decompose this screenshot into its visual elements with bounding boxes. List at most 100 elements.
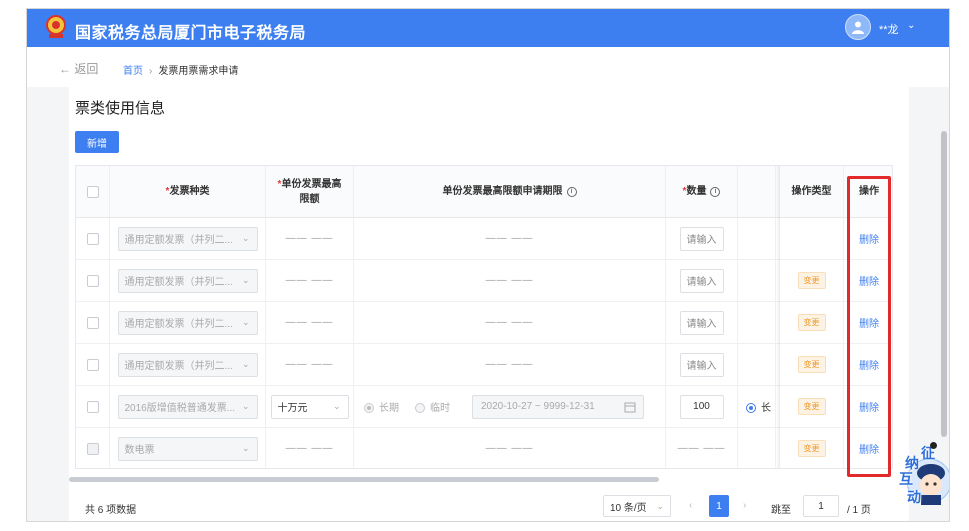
qty-empty: —— —— xyxy=(677,443,726,454)
chevron-down-icon: ⌄ xyxy=(241,442,250,453)
period-empty: —— —— xyxy=(485,233,534,244)
next-page-icon[interactable]: › xyxy=(743,500,746,511)
change-tag: 变更 xyxy=(797,398,826,415)
row-checkbox[interactable] xyxy=(86,400,99,413)
calendar-icon xyxy=(624,402,636,412)
total-count: 共 6 项数据 xyxy=(85,505,137,516)
invoice-type-select[interactable]: 通用定额发票（并列二... ⌄ xyxy=(117,352,258,377)
invoice-type-select[interactable]: 2016版增值税普通发票... ⌄ xyxy=(117,394,258,419)
header-period: 单份发票最高限额申请期限 i xyxy=(354,166,666,217)
select-all-checkbox[interactable] xyxy=(86,185,99,198)
user-name[interactable]: **龙 xyxy=(879,21,899,37)
quantity-input[interactable]: 100 xyxy=(679,394,724,419)
table-row: 通用定额发票（并列二... ⌄ —— —— —— —— 请输入 变更 删除 xyxy=(76,302,892,344)
mascot-widget[interactable]: 征 纳 互 动 xyxy=(895,443,949,507)
breadcrumb-separator: › xyxy=(149,66,153,77)
invoice-type-select[interactable]: 通用定额发票（并列二... ⌄ xyxy=(117,310,258,335)
delete-link[interactable]: 删除 xyxy=(859,399,879,414)
table-header: *发票种类 *单份发票最高限额 单份发票最高限额申请期限 i *数量 i 操作类… xyxy=(76,166,892,218)
limit-empty: —— —— xyxy=(285,359,334,370)
chevron-down-icon: ⌄ xyxy=(241,358,250,369)
vertical-scrollbar[interactable] xyxy=(941,131,947,437)
section-title: 票类使用信息 xyxy=(75,100,166,117)
period-empty: —— —— xyxy=(485,443,534,454)
header-op-type: 操作类型 xyxy=(780,166,844,217)
prev-page-icon[interactable]: ‹ xyxy=(689,500,692,511)
delete-link[interactable]: 删除 xyxy=(859,315,879,330)
delete-link[interactable]: 删除 xyxy=(859,231,879,246)
table-row: 通用定额发票（并列二... ⌄ —— —— —— —— 请输入 变更 删除 xyxy=(76,260,892,302)
invoice-table: *发票种类 *单份发票最高限额 单份发票最高限额申请期限 i *数量 i 操作类… xyxy=(75,165,893,469)
quantity-input[interactable]: 请输入 xyxy=(679,352,724,377)
add-button[interactable]: 新增 xyxy=(75,131,119,153)
jump-label: 跳至 xyxy=(771,505,791,516)
header-extra xyxy=(738,166,776,217)
delete-link[interactable]: 删除 xyxy=(859,357,879,372)
period-empty: —— —— xyxy=(485,317,534,328)
page-total: / 1 页 xyxy=(847,505,871,516)
radio-long[interactable]: 长期 xyxy=(364,399,399,414)
page-current[interactable]: 1 xyxy=(709,495,729,517)
site-title: 国家税务总局厦门市电子税务局 xyxy=(75,25,307,42)
change-tag: 变更 xyxy=(797,272,826,289)
invoice-type-select[interactable]: 数电票 ⌄ xyxy=(117,436,258,461)
chevron-down-icon: ⌄ xyxy=(241,316,250,327)
table-row: 数电票 ⌄ —— —— —— —— —— —— 变更 删除 xyxy=(76,428,892,468)
browser-frame: 国家税务总局厦门市电子税务局 **龙 ⌄ ← 返回 首页 › 发票用票需求申请 票类… xyxy=(26,8,950,522)
mascot-char: 互 xyxy=(899,471,913,487)
radio-temp[interactable]: 临时 xyxy=(415,399,450,414)
row-checkbox[interactable] xyxy=(86,316,99,329)
breadcrumb-bar: ← 返回 首页 › 发票用票需求申请 xyxy=(27,47,949,87)
chevron-down-icon: ⌄ xyxy=(332,400,341,411)
quantity-input[interactable]: 请输入 xyxy=(679,268,724,293)
chevron-down-icon: ⌄ xyxy=(241,400,250,411)
breadcrumb-current: 发票用票需求申请 xyxy=(158,66,239,77)
delete-link[interactable]: 删除 xyxy=(859,441,879,456)
breadcrumb: 首页 › 发票用票需求申请 xyxy=(123,62,238,77)
jump-input[interactable]: 1 xyxy=(803,495,839,517)
floating-dot[interactable] xyxy=(930,442,937,449)
table-row: 2016版增值税普通发票... ⌄ 十万元 ⌄ 长期 临时 2020-10-27 ~… xyxy=(76,386,892,428)
horizontal-scrollbar[interactable] xyxy=(69,477,659,482)
date-range-picker[interactable]: 2020-10-27 ~ 9999-12-31 xyxy=(472,394,644,419)
limit-empty: —— —— xyxy=(285,317,334,328)
invoice-type-select[interactable]: 通用定额发票（并列二... ⌄ xyxy=(117,268,258,293)
user-avatar[interactable] xyxy=(845,14,871,40)
row-checkbox[interactable] xyxy=(86,442,99,455)
invoice-type-select[interactable]: 通用定额发票（并列二... ⌄ xyxy=(117,226,258,251)
quantity-input[interactable]: 请输入 xyxy=(679,226,724,251)
mascot-char: 动 xyxy=(907,489,921,505)
chevron-down-icon: ⌄ xyxy=(241,232,250,243)
limit-empty: —— —— xyxy=(285,443,334,454)
table-row: 通用定额发票（并列二... ⌄ —— —— —— —— 请输入 删除 xyxy=(76,218,892,260)
table-row: 通用定额发票（并列二... ⌄ —— —— —— —— 请输入 变更 删除 xyxy=(76,344,892,386)
info-icon: i xyxy=(710,186,721,197)
fixed-column-shadow xyxy=(776,166,780,468)
chevron-down-icon[interactable]: ⌄ xyxy=(907,20,915,31)
change-tag: 变更 xyxy=(797,314,826,331)
header-limit: *单份发票最高限额 xyxy=(266,166,354,217)
delete-link[interactable]: 删除 xyxy=(859,273,879,288)
header-qty: *数量 i xyxy=(666,166,738,217)
change-tag: 变更 xyxy=(797,440,826,457)
top-bar: 国家税务总局厦门市电子税务局 **龙 ⌄ xyxy=(27,9,949,47)
tax-emblem-icon xyxy=(46,15,66,38)
back-button[interactable]: ← 返回 xyxy=(59,60,98,77)
period-empty: —— —— xyxy=(485,359,534,370)
page-size-select[interactable]: 10 条/页 ⌄ xyxy=(603,495,671,517)
header-type: *发票种类 xyxy=(110,166,266,217)
radio-extra[interactable]: 长 xyxy=(746,399,771,414)
row-checkbox[interactable] xyxy=(86,358,99,371)
limit-select[interactable]: 十万元 ⌄ xyxy=(270,394,349,419)
change-tag: 变更 xyxy=(797,356,826,373)
chevron-down-icon: ⌄ xyxy=(241,274,250,285)
breadcrumb-home[interactable]: 首页 xyxy=(123,66,143,77)
period-empty: —— —— xyxy=(485,275,534,286)
user-icon xyxy=(852,21,864,34)
limit-empty: —— —— xyxy=(285,275,334,286)
row-checkbox[interactable] xyxy=(86,232,99,245)
limit-empty: —— —— xyxy=(285,233,334,244)
chevron-down-icon: ⌄ xyxy=(656,501,664,511)
quantity-input[interactable]: 请输入 xyxy=(679,310,724,335)
row-checkbox[interactable] xyxy=(86,274,99,287)
